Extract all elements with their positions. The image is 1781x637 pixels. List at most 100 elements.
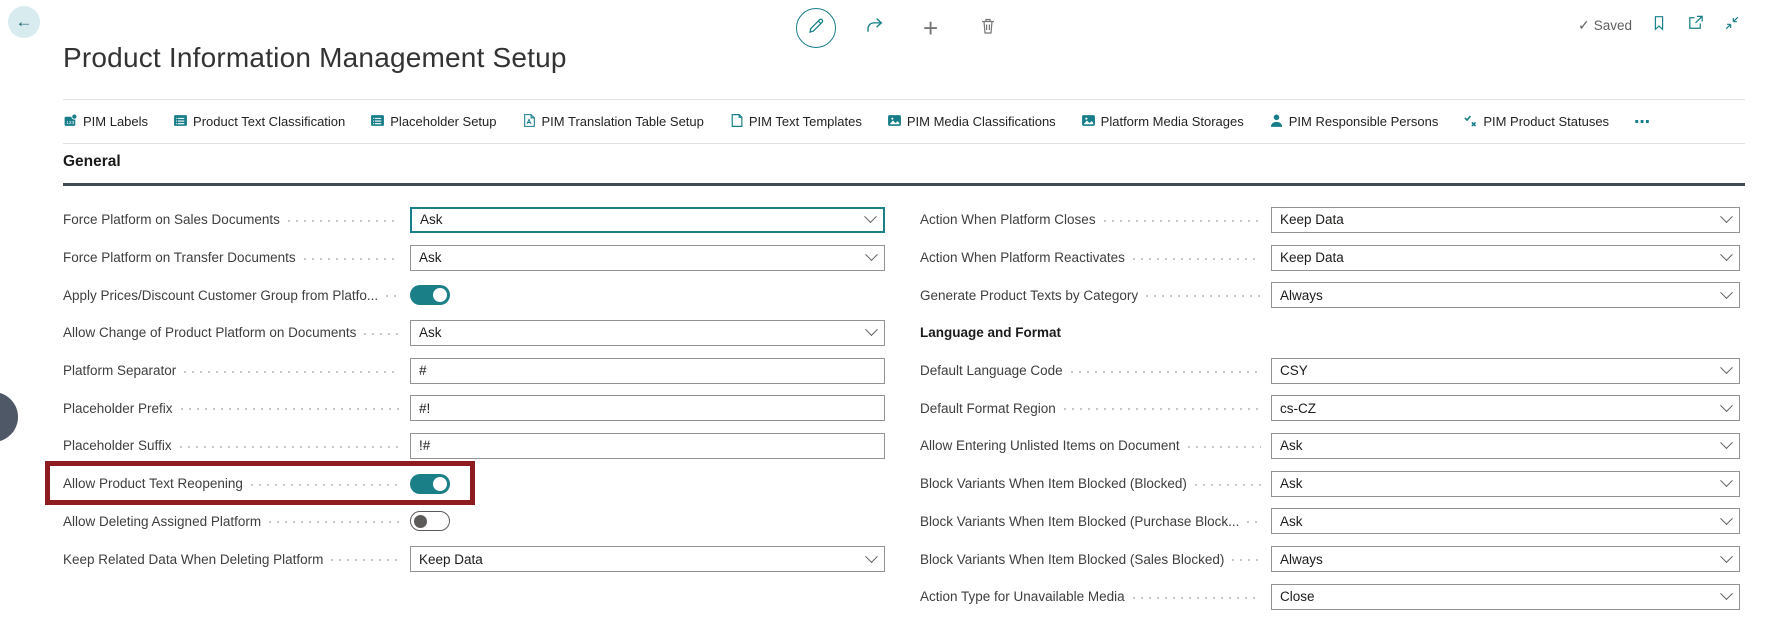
menu-item-label: Placeholder Setup: [390, 114, 497, 129]
divider-under-menu: [63, 143, 1745, 144]
chevron-down-icon: [1720, 474, 1733, 488]
chevron-down-icon: [1720, 361, 1733, 375]
input-placeholder-suffix[interactable]: !#: [410, 432, 885, 459]
fields-column-right: Action When Platform Closes Keep Data Ac…: [920, 201, 1740, 616]
labels-icon: 123: [63, 113, 78, 131]
field-row: Default Format Region cs-CZ: [920, 389, 1740, 427]
combobox-generate-product-texts-by-category[interactable]: Always: [1271, 282, 1740, 309]
combobox-block-variants-blocked[interactable]: Ask: [1271, 470, 1740, 497]
input-platform-separator[interactable]: #: [410, 357, 885, 384]
combobox-allow-change-of-product-platform[interactable]: Ask: [410, 319, 885, 346]
menu-item-pim-text-templates[interactable]: PIM Text Templates: [729, 113, 862, 131]
menu-item-platform-media-storages[interactable]: Platform Media Storages: [1081, 113, 1244, 131]
dotted-leader: [303, 257, 400, 260]
combobox-value: cs-CZ: [1280, 400, 1316, 416]
dotted-leader: [1146, 295, 1261, 298]
template-icon: [729, 113, 744, 131]
field-row: Force Platform on Sales Documents Ask: [63, 201, 885, 239]
field-row: Allow Change of Product Platform on Docu…: [63, 314, 885, 352]
combobox-default-language-code[interactable]: CSY: [1271, 357, 1740, 384]
input-placeholder-prefix[interactable]: #!: [410, 395, 885, 422]
combobox-default-format-region[interactable]: cs-CZ: [1271, 395, 1740, 422]
combobox-action-when-platform-reactivates[interactable]: Keep Data: [1271, 244, 1740, 271]
dotted-leader: [269, 521, 400, 524]
field-row: Placeholder Prefix #!: [63, 389, 885, 427]
toggle-knob: [414, 514, 427, 528]
combobox-value: Ask: [420, 212, 443, 228]
dotted-leader: [1070, 370, 1261, 373]
menu-item-pim-product-statuses[interactable]: PIM Product Statuses: [1463, 113, 1609, 131]
menu-item-label: PIM Text Templates: [748, 114, 862, 129]
field-row: Allow Deleting Assigned Platform: [63, 503, 885, 541]
dotted-leader: [1132, 596, 1261, 599]
list-icon: [370, 113, 385, 131]
edit-pencil-button[interactable]: [796, 8, 836, 48]
delete-button[interactable]: [978, 16, 998, 41]
list-icon: [173, 113, 188, 131]
dotted-leader: [1132, 257, 1261, 260]
combobox-value: Always: [1280, 287, 1323, 303]
toggle-allow-product-text-reopening[interactable]: [410, 473, 450, 494]
bookmark-button[interactable]: [1650, 14, 1668, 37]
combobox-force-platform-on-transfer-documents[interactable]: Ask: [410, 244, 885, 271]
action-menu-bar: 123 PIM Labels Product Text Classificati…: [63, 100, 1745, 143]
dotted-leader: [331, 559, 400, 562]
combobox-action-type-for-unavailable-media[interactable]: Close: [1271, 583, 1740, 610]
open-window-icon: [1686, 13, 1705, 37]
toggle-knob: [433, 476, 447, 491]
subsection-row: Language and Format: [920, 314, 1740, 352]
svg-text:123: 123: [66, 119, 74, 125]
translate-icon: [522, 113, 537, 131]
dotted-leader: [1103, 219, 1261, 222]
chevron-down-icon: [865, 323, 878, 337]
chevron-down-icon: [1720, 399, 1733, 412]
field-row: Generate Product Texts by Category Alway…: [920, 276, 1740, 314]
dotted-leader: [287, 219, 400, 222]
dotted-leader: [180, 408, 400, 411]
dotted-leader: [250, 483, 400, 486]
collapse-button[interactable]: [1723, 14, 1741, 37]
save-status: ✓ Saved: [1578, 17, 1632, 34]
combobox-block-variants-purchase-blocked[interactable]: Ask: [1271, 508, 1740, 535]
combobox-block-variants-sales-blocked[interactable]: Always: [1271, 546, 1740, 573]
menu-item-pim-media-classifications[interactable]: PIM Media Classifications: [887, 113, 1056, 131]
field-row: Allow Entering Unlisted Items on Documen…: [920, 427, 1740, 465]
media-icon: [887, 113, 902, 131]
input-value: #!: [419, 400, 431, 416]
new-button[interactable]: +: [923, 15, 938, 41]
field-label: Placeholder Suffix: [63, 438, 172, 454]
menu-item-product-text-classification[interactable]: Product Text Classification: [173, 113, 345, 131]
chevron-down-icon: [1720, 286, 1733, 299]
back-button[interactable]: ←: [8, 6, 40, 38]
field-row: Keep Related Data When Deleting Platform…: [63, 540, 885, 578]
menu-item-placeholder-setup[interactable]: Placeholder Setup: [370, 113, 497, 131]
field-label: Action When Platform Closes: [920, 212, 1096, 228]
toggle-allow-deleting-assigned-platform[interactable]: [410, 511, 450, 532]
menu-item-label: PIM Labels: [83, 114, 149, 129]
menu-item-pim-responsible-persons[interactable]: PIM Responsible Persons: [1269, 113, 1438, 131]
input-value: #: [419, 363, 427, 379]
field-label: Generate Product Texts by Category: [920, 287, 1139, 303]
check-icon: ✓: [1578, 16, 1590, 33]
combobox-keep-related-data-when-deleting-platform[interactable]: Keep Data: [410, 546, 885, 573]
field-label: Action Type for Unavailable Media: [920, 589, 1125, 605]
combobox-value: CSY: [1280, 363, 1308, 379]
combobox-force-platform-on-sales-documents[interactable]: Ask: [410, 206, 885, 233]
section-header-general[interactable]: General: [63, 153, 121, 171]
chevron-down-icon: [1720, 549, 1733, 563]
dotted-leader: [1232, 559, 1261, 562]
open-in-new-window-button[interactable]: [1686, 13, 1705, 37]
menu-more-button[interactable]: ⋯: [1634, 112, 1651, 132]
dotted-leader: [1063, 408, 1261, 411]
menu-item-label: Platform Media Storages: [1100, 114, 1244, 129]
combobox-allow-entering-unlisted-items[interactable]: Ask: [1271, 432, 1740, 459]
menu-item-pim-translation-table-setup[interactable]: PIM Translation Table Setup: [522, 113, 704, 131]
page-title: Product Information Management Setup: [63, 42, 567, 73]
dotted-leader: [184, 370, 400, 373]
menu-item-pim-labels[interactable]: 123 PIM Labels: [63, 113, 148, 131]
share-button[interactable]: [864, 15, 885, 41]
toggle-apply-prices-discount-customer-group[interactable]: [410, 285, 450, 306]
combobox-action-when-platform-closes[interactable]: Keep Data: [1271, 206, 1740, 233]
chevron-down-icon: [1720, 210, 1733, 224]
combobox-value: Keep Data: [1280, 250, 1344, 266]
